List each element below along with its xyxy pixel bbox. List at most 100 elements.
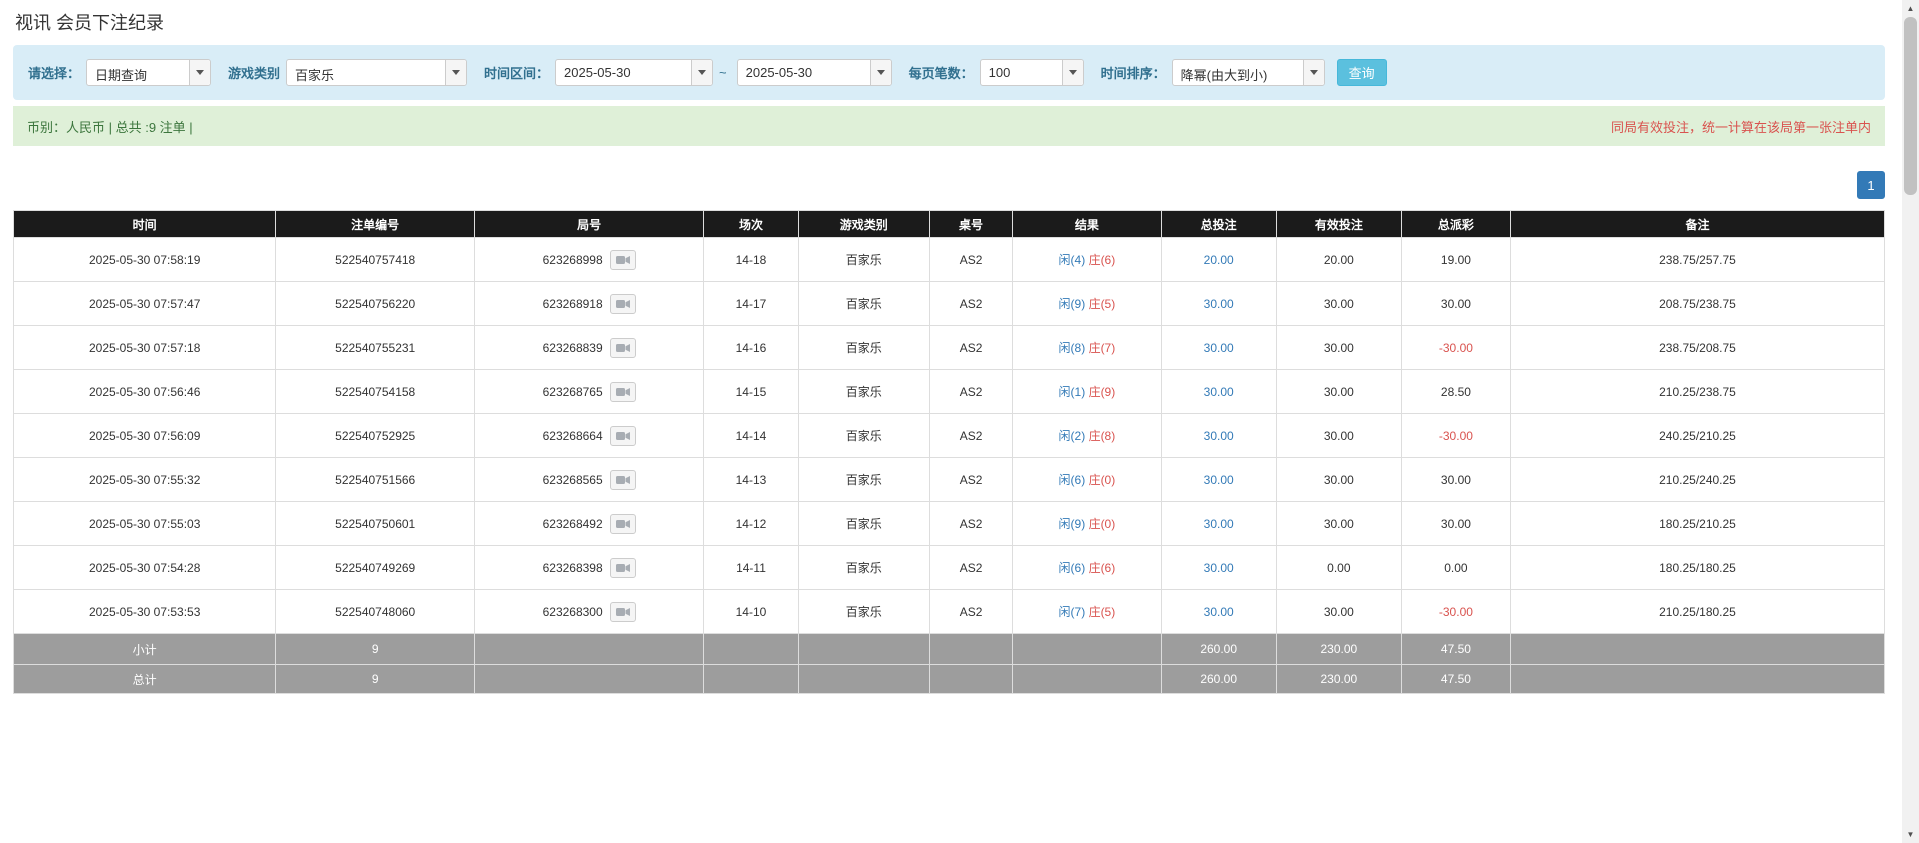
subtotal-payout: 47.50 [1401,634,1510,665]
chevron-down-icon[interactable] [1303,60,1324,85]
chevron-down-icon[interactable] [870,60,891,85]
cell-time: 2025-05-30 07:55:03 [14,502,276,546]
total-bet-link[interactable]: 20.00 [1204,253,1234,267]
chevron-down-icon[interactable] [1062,60,1083,85]
result-player: 闲(9) [1059,517,1086,531]
cell-bet-id: 522540754158 [276,370,475,414]
cell-round-id: 623268398 [475,546,704,590]
cell-table-no: AS2 [929,502,1012,546]
per-page-dropdown[interactable]: 100 [980,59,1084,86]
cell-time: 2025-05-30 07:57:18 [14,326,276,370]
cell-valid-bet: 30.00 [1276,282,1401,326]
cell-remark: 210.25/180.25 [1510,590,1884,634]
empty-cell [704,634,798,665]
empty-cell [475,665,704,694]
subtotal-label: 小计 [14,634,276,665]
time-sort-dropdown[interactable]: 降幂(由大到小) [1172,59,1325,86]
result-player: 闲(2) [1059,429,1086,443]
cell-bet-id: 522540755231 [276,326,475,370]
cell-table-no: AS2 [929,458,1012,502]
cell-game-type: 百家乐 [798,458,929,502]
video-replay-icon[interactable] [610,514,636,534]
cell-bet-id: 522540756220 [276,282,475,326]
total-bet-link[interactable]: 30.00 [1204,341,1234,355]
video-replay-icon[interactable] [610,294,636,314]
cell-result: 闲(2) 庄(8) [1013,414,1161,458]
video-replay-icon[interactable] [610,602,636,622]
caret-glyph [196,70,204,75]
round-number: 623268765 [543,385,603,399]
result-banker: 庄(8) [1089,429,1116,443]
cell-game-type: 百家乐 [798,370,929,414]
cell-payout: 19.00 [1401,238,1510,282]
table-header-row: 时间 注单编号 局号 场次 游戏类别 桌号 结果 总投注 有效投注 总派彩 备注 [14,211,1885,238]
col-header-table-no: 桌号 [929,211,1012,238]
cell-valid-bet: 30.00 [1276,370,1401,414]
cell-result: 闲(1) 庄(9) [1013,370,1161,414]
empty-cell [1510,665,1884,694]
cell-valid-bet: 30.00 [1276,458,1401,502]
cell-time: 2025-05-30 07:53:53 [14,590,276,634]
video-replay-icon[interactable] [610,338,636,358]
select-type-label: 请选择： [28,63,80,82]
scrollbar-down-arrow[interactable]: ▼ [1902,826,1919,843]
col-header-bet-id: 注单编号 [276,211,475,238]
query-type-value: 日期查询 [87,60,189,85]
result-player: 闲(1) [1059,385,1086,399]
date-from-picker[interactable]: 2025-05-30 [555,59,713,86]
caret-glyph [877,70,885,75]
cell-round-id: 623268998 [475,238,704,282]
cell-time: 2025-05-30 07:56:09 [14,414,276,458]
result-banker: 庄(5) [1089,297,1116,311]
chevron-down-icon[interactable] [189,60,210,85]
query-type-dropdown[interactable]: 日期查询 [86,59,211,86]
cell-game-type: 百家乐 [798,282,929,326]
total-bet-link[interactable]: 30.00 [1204,561,1234,575]
vertical-scrollbar[interactable]: ▲ ▼ [1902,0,1919,843]
col-header-payout: 总派彩 [1401,211,1510,238]
cell-session: 14-15 [704,370,798,414]
col-header-session: 场次 [704,211,798,238]
total-bet-link[interactable]: 30.00 [1204,297,1234,311]
video-replay-icon[interactable] [610,558,636,578]
cell-bet-id: 522540750601 [276,502,475,546]
cell-total-bet: 30.00 [1161,590,1276,634]
table-row: 2025-05-30 07:58:19522540757418623268998… [14,238,1885,282]
cell-table-no: AS2 [929,546,1012,590]
total-bet-link[interactable]: 30.00 [1204,605,1234,619]
total-bet-link[interactable]: 30.00 [1204,473,1234,487]
cell-result: 闲(9) 庄(5) [1013,282,1161,326]
empty-cell [798,665,929,694]
cell-total-bet: 30.00 [1161,458,1276,502]
pagination: 1 [13,171,1885,199]
search-button[interactable]: 查询 [1337,59,1387,86]
table-row: 2025-05-30 07:57:18522540755231623268839… [14,326,1885,370]
cell-game-type: 百家乐 [798,590,929,634]
total-bet-link[interactable]: 30.00 [1204,385,1234,399]
date-to-picker[interactable]: 2025-05-30 [737,59,892,86]
pagination-page-1[interactable]: 1 [1857,171,1885,199]
video-replay-icon[interactable] [610,470,636,490]
cell-payout: -30.00 [1401,326,1510,370]
total-bet-link[interactable]: 30.00 [1204,429,1234,443]
game-type-dropdown[interactable]: 百家乐 [286,59,467,86]
chevron-down-icon[interactable] [691,60,712,85]
subtotal-valid-bet: 230.00 [1276,634,1401,665]
col-header-valid-bet: 有效投注 [1276,211,1401,238]
video-replay-icon[interactable] [610,382,636,402]
subtotal-count: 9 [276,634,475,665]
caret-glyph [1310,70,1318,75]
video-replay-icon[interactable] [610,426,636,446]
chevron-down-icon[interactable] [445,60,466,85]
cell-result: 闲(7) 庄(5) [1013,590,1161,634]
cell-remark: 180.25/210.25 [1510,502,1884,546]
scrollbar-up-arrow[interactable]: ▲ [1902,0,1919,17]
empty-cell [1013,665,1161,694]
total-bet-link[interactable]: 30.00 [1204,517,1234,531]
scrollbar-thumb[interactable] [1904,17,1917,195]
video-replay-icon[interactable] [610,250,636,270]
table-row: 2025-05-30 07:57:47522540756220623268918… [14,282,1885,326]
table-row: 2025-05-30 07:53:53522540748060623268300… [14,590,1885,634]
result-banker: 庄(6) [1089,561,1116,575]
cell-session: 14-13 [704,458,798,502]
